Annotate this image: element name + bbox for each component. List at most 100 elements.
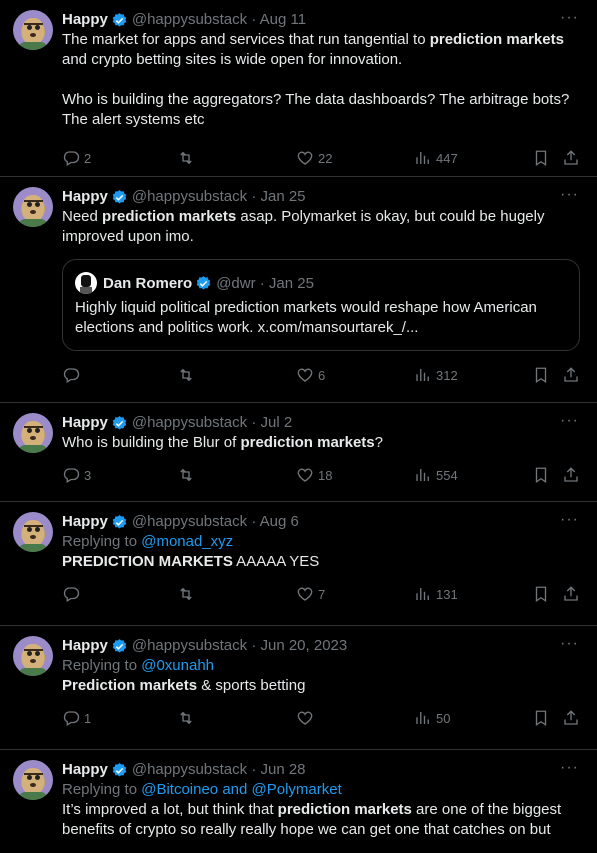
author-handle[interactable]: @happysubstack bbox=[132, 512, 247, 532]
tweet-text: The market for apps and services that ru… bbox=[62, 31, 570, 128]
more-icon[interactable]: ··· bbox=[560, 760, 579, 776]
verified-badge-icon bbox=[196, 275, 211, 290]
reply-icon bbox=[63, 368, 80, 383]
like-button[interactable] bbox=[296, 708, 318, 728]
bookmark-button[interactable] bbox=[532, 708, 550, 728]
verified-badge-icon bbox=[112, 415, 127, 430]
avatar[interactable] bbox=[13, 636, 53, 676]
more-icon[interactable]: ··· bbox=[560, 636, 579, 652]
author-name[interactable]: Happy bbox=[62, 760, 108, 780]
views-icon bbox=[416, 469, 429, 481]
share-button[interactable] bbox=[562, 365, 580, 385]
more-icon[interactable]: ··· bbox=[560, 187, 579, 203]
tweet[interactable]: ··· Happy @happysubstack · Jan 25 Need p… bbox=[0, 177, 597, 403]
author-handle[interactable]: @happysubstack bbox=[132, 636, 247, 656]
bookmark-icon bbox=[535, 586, 547, 603]
replying-to: Replying to @Bitcoineo and @Polymarket bbox=[62, 781, 342, 798]
verified-badge-icon bbox=[112, 189, 127, 204]
share-button[interactable] bbox=[562, 584, 580, 604]
quoted-author-handle: @dwr bbox=[216, 274, 256, 292]
author-handle[interactable]: @happysubstack bbox=[132, 187, 247, 207]
author-name[interactable]: Happy bbox=[62, 413, 108, 433]
author-name[interactable]: Happy bbox=[62, 187, 108, 207]
reply-button[interactable]: 2 bbox=[62, 148, 91, 168]
avatar[interactable] bbox=[13, 413, 53, 453]
more-icon[interactable]: ··· bbox=[560, 10, 579, 26]
views-button[interactable]: 50 bbox=[414, 708, 450, 728]
retweet-button[interactable] bbox=[177, 708, 199, 728]
bookmark-button[interactable] bbox=[532, 148, 550, 168]
author-handle[interactable]: @happysubstack bbox=[132, 760, 247, 780]
views-button[interactable]: 554 bbox=[414, 465, 458, 485]
views-button[interactable]: 312 bbox=[414, 365, 458, 385]
like-button[interactable]: 6 bbox=[296, 365, 325, 385]
reply-button[interactable] bbox=[62, 584, 84, 604]
quoted-text: Highly liquid political prediction marke… bbox=[75, 299, 542, 336]
tweet-text: Prediction markets & sports betting bbox=[62, 677, 306, 694]
reply-mention-link[interactable]: @monad_xyz bbox=[141, 533, 233, 550]
tweet-text: Need prediction markets asap. Polymarket… bbox=[62, 208, 549, 245]
verified-badge-icon bbox=[112, 12, 127, 27]
avatar[interactable] bbox=[13, 512, 53, 552]
reply-mention-link[interactable]: @Bitcoineo and @Polymarket bbox=[141, 781, 342, 798]
avatar[interactable] bbox=[13, 187, 53, 227]
share-button[interactable] bbox=[562, 708, 580, 728]
author-handle[interactable]: @happysubstack bbox=[132, 10, 247, 30]
author-handle[interactable]: @happysubstack bbox=[132, 413, 247, 433]
retweet-button[interactable] bbox=[177, 365, 199, 385]
views-button[interactable]: 447 bbox=[414, 148, 458, 168]
views-button[interactable]: 131 bbox=[414, 584, 458, 604]
like-button[interactable]: 7 bbox=[296, 584, 325, 604]
quoted-tweet[interactable]: Dan Romero @dwr · Jan 25 Highly liquid p… bbox=[62, 259, 580, 351]
like-icon bbox=[297, 587, 313, 601]
retweet-icon bbox=[180, 711, 192, 725]
tweet-date[interactable]: · Jan 25 bbox=[251, 187, 305, 207]
more-icon[interactable]: ··· bbox=[560, 512, 579, 528]
views-icon bbox=[416, 152, 429, 164]
verified-badge-icon bbox=[112, 638, 127, 653]
author-name[interactable]: Happy bbox=[62, 512, 108, 532]
share-button[interactable] bbox=[562, 465, 580, 485]
retweet-button[interactable] bbox=[177, 465, 199, 485]
tweet[interactable]: ··· Happy @happysubstack · Aug 6 Replyin… bbox=[0, 502, 597, 626]
like-icon bbox=[297, 711, 313, 725]
like-icon bbox=[297, 368, 313, 382]
tweet[interactable]: ··· Happy @happysubstack · Jun 20, 2023 … bbox=[0, 626, 597, 750]
author-name[interactable]: Happy bbox=[62, 10, 108, 30]
share-button[interactable] bbox=[562, 148, 580, 168]
like-button[interactable]: 18 bbox=[296, 465, 332, 485]
tweet-date[interactable]: · Aug 11 bbox=[251, 10, 306, 30]
reply-icon bbox=[63, 587, 80, 602]
avatar[interactable] bbox=[13, 760, 53, 800]
tweet-date[interactable]: · Aug 6 bbox=[251, 512, 299, 532]
bookmark-button[interactable] bbox=[532, 365, 550, 385]
more-icon[interactable]: ··· bbox=[560, 413, 579, 429]
tweet[interactable]: ··· Happy @happysubstack · Jun 28 Replyi… bbox=[0, 750, 597, 853]
tweet-date[interactable]: · Jun 28 bbox=[251, 760, 305, 780]
views-icon bbox=[416, 369, 429, 381]
bookmark-button[interactable] bbox=[532, 584, 550, 604]
reply-mention-link[interactable]: @0xunahh bbox=[141, 657, 214, 674]
tweet[interactable]: ··· Happy @happysubstack · Jul 2 Who is … bbox=[0, 403, 597, 502]
reply-button[interactable]: 1 bbox=[62, 708, 91, 728]
bookmark-button[interactable] bbox=[532, 465, 550, 485]
tweet-date[interactable]: · Jun 20, 2023 bbox=[251, 636, 347, 656]
tweet-text: PREDICTION MARKETS AAAAA YES bbox=[62, 553, 320, 570]
author-name[interactable]: Happy bbox=[62, 636, 108, 656]
verified-badge-icon bbox=[112, 514, 127, 529]
reply-icon bbox=[63, 468, 80, 483]
share-icon bbox=[564, 150, 578, 165]
reply-button[interactable] bbox=[62, 365, 84, 385]
quoted-avatar bbox=[75, 272, 97, 294]
verified-badge-icon bbox=[112, 762, 127, 777]
retweet-button[interactable] bbox=[177, 148, 199, 168]
retweet-button[interactable] bbox=[177, 584, 199, 604]
share-icon bbox=[564, 467, 578, 482]
share-icon bbox=[564, 586, 578, 601]
avatar[interactable] bbox=[13, 10, 53, 50]
like-icon bbox=[297, 468, 313, 482]
reply-button[interactable]: 3 bbox=[62, 465, 91, 485]
tweet[interactable]: ··· Happy @happysubstack · Aug 11 The ma… bbox=[0, 0, 597, 177]
like-button[interactable]: 22 bbox=[296, 148, 332, 168]
tweet-date[interactable]: · Jul 2 bbox=[251, 413, 292, 433]
